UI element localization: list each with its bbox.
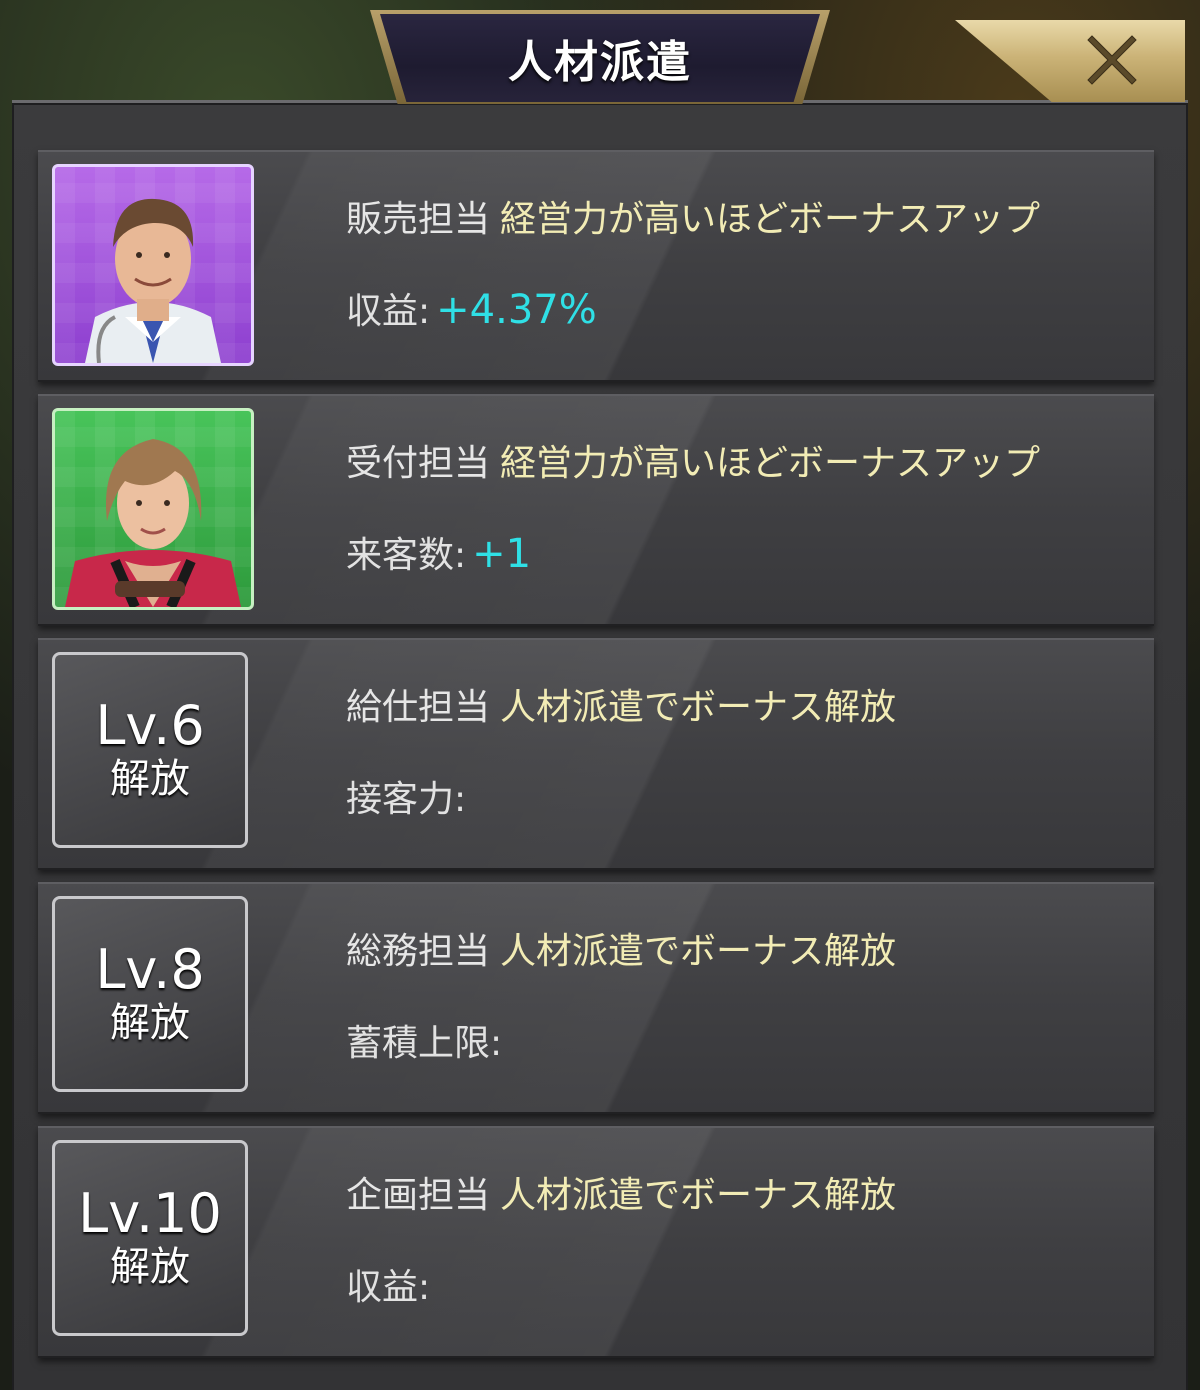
staff-role-line: 販売担当 経営力が高いほどボーナスアップ xyxy=(346,190,1040,242)
unlock-label: 解放 xyxy=(110,1000,190,1046)
stat-label: 蓄積上限: xyxy=(346,1023,503,1064)
staff-dispatch-screen: 人材派遣 販売担当 経営力が高いほどボーナスアップ 収益: +4.37% 受付担… xyxy=(0,0,1200,1390)
unlock-level: Lv.10 xyxy=(78,1182,222,1245)
stat-label: 収益: xyxy=(346,291,431,332)
dialog-title: 人材派遣 xyxy=(508,37,692,88)
staff-role-line: 総務担当 人材派遣でボーナス解放 xyxy=(346,922,896,974)
staff-stat-line: 収益: xyxy=(346,1258,436,1310)
unlock-label: 解放 xyxy=(110,756,190,802)
unlock-label: 解放 xyxy=(110,1244,190,1290)
staff-row-sales[interactable]: 販売担当 経営力が高いほどボーナスアップ 収益: +4.37% xyxy=(38,150,1154,382)
stat-label: 収益: xyxy=(346,1267,431,1308)
salesman-portrait-icon xyxy=(85,198,221,363)
locked-slot[interactable]: Lv.8 解放 xyxy=(52,896,248,1092)
stat-value: +1 xyxy=(472,531,532,577)
staff-role: 受付担当 xyxy=(346,443,491,484)
stat-value: +4.37% xyxy=(436,287,597,333)
stat-label: 接客力: xyxy=(346,779,467,820)
staff-description: 人材派遣でボーナス解放 xyxy=(500,687,897,728)
receptionist-portrait[interactable] xyxy=(52,408,254,610)
staff-description: 経営力が高いほどボーナスアップ xyxy=(500,199,1041,240)
staff-row-waiter[interactable]: Lv.6 解放 給仕担当 人材派遣でボーナス解放 接客力: xyxy=(38,638,1154,870)
staff-description: 人材派遣でボーナス解放 xyxy=(500,931,897,972)
staff-role: 企画担当 xyxy=(346,1175,491,1216)
locked-slot[interactable]: Lv.10 解放 xyxy=(52,1140,248,1336)
staff-stat-line: 来客数: +1 xyxy=(346,526,531,578)
staff-role: 販売担当 xyxy=(346,199,491,240)
staff-row-planning[interactable]: Lv.10 解放 企画担当 人材派遣でボーナス解放 収益: xyxy=(38,1126,1154,1358)
staff-description: 経営力が高いほどボーナスアップ xyxy=(500,443,1041,484)
staff-row-general-affairs[interactable]: Lv.8 解放 総務担当 人材派遣でボーナス解放 蓄積上限: xyxy=(38,882,1154,1114)
staff-row-reception[interactable]: 受付担当 経営力が高いほどボーナスアップ 来客数: +1 xyxy=(38,394,1154,626)
staff-role-line: 企画担当 人材派遣でボーナス解放 xyxy=(346,1166,896,1218)
staff-stat-line: 蓄積上限: xyxy=(346,1014,508,1066)
unlock-level: Lv.6 xyxy=(95,694,205,757)
staff-role: 総務担当 xyxy=(346,931,491,972)
receptionist-portrait-icon xyxy=(65,439,241,607)
staff-description: 人材派遣でボーナス解放 xyxy=(500,1175,897,1216)
staff-role-line: 受付担当 経営力が高いほどボーナスアップ xyxy=(346,434,1040,486)
salesman-portrait[interactable] xyxy=(52,164,254,366)
unlock-level: Lv.8 xyxy=(95,938,205,1001)
staff-stat-line: 収益: +4.37% xyxy=(346,282,597,334)
staff-stat-line: 接客力: xyxy=(346,770,472,822)
staff-role: 給仕担当 xyxy=(346,687,491,728)
locked-slot[interactable]: Lv.6 解放 xyxy=(52,652,248,848)
close-icon[interactable] xyxy=(1080,26,1144,90)
close-button[interactable] xyxy=(955,20,1185,102)
staff-role-line: 給仕担当 人材派遣でボーナス解放 xyxy=(346,678,896,730)
stat-label: 来客数: xyxy=(346,535,467,576)
